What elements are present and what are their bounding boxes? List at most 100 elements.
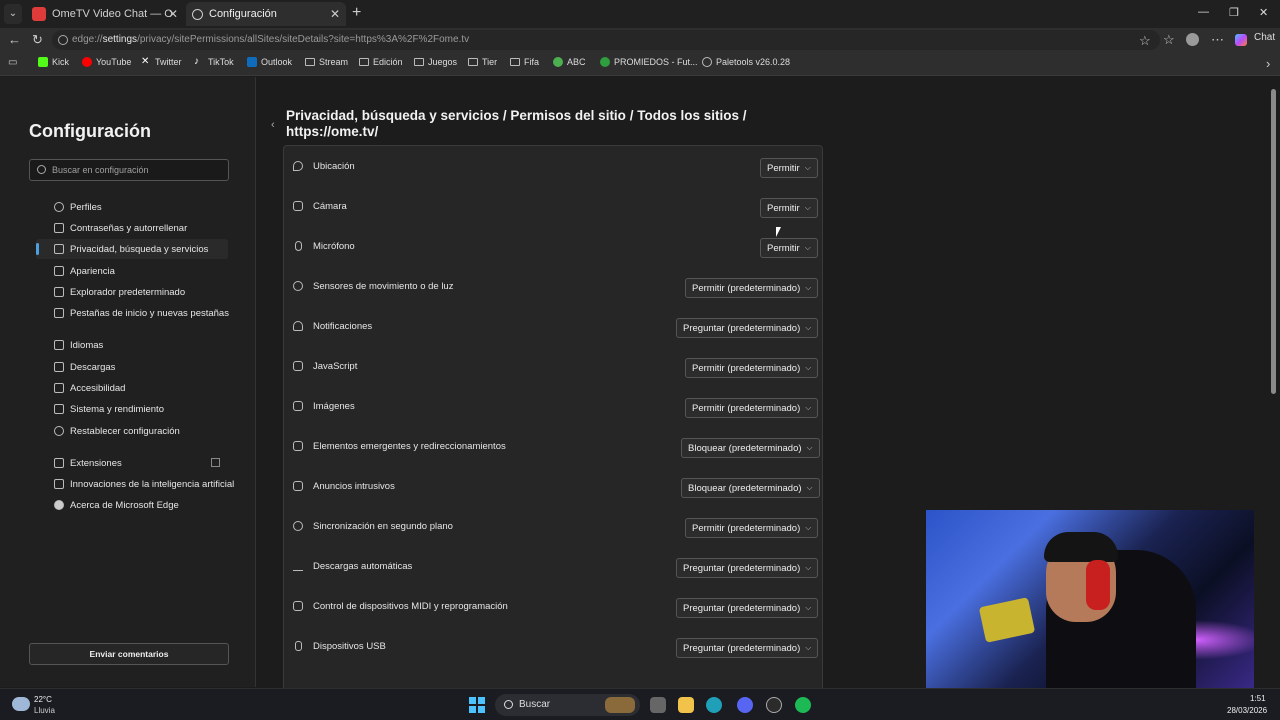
tab-configuracion[interactable]: Configuración ✕	[186, 2, 346, 26]
spotify-icon[interactable]	[795, 697, 811, 713]
sidebar-item-perfiles[interactable]: Perfiles	[36, 197, 228, 217]
sidebar-item-extensiones[interactable]: Extensiones	[36, 453, 228, 473]
bookmark-twitter[interactable]: ✕ Twitter	[141, 57, 182, 68]
permission-select-descargas[interactable]: Preguntar (predeterminado) ⌵	[676, 558, 819, 578]
more-favorites-icon[interactable]: ›	[1266, 56, 1270, 71]
bookmark-outlook[interactable]: Outlook	[247, 57, 292, 67]
tab-ometv[interactable]: OmeTV Video Chat — Omegle Random ✕	[26, 2, 184, 26]
reading-icon[interactable]: ▭	[8, 57, 17, 68]
sidebar-item-descargas[interactable]: Descargas	[36, 357, 228, 377]
close-tab-icon[interactable]: ✕	[330, 7, 340, 21]
bookmark-abc[interactable]: ABC	[553, 57, 586, 67]
permission-row-ubicacion: Ubicación Permitir ⌵	[284, 146, 822, 186]
permission-select-midi[interactable]: Preguntar (predeterminado) ⌵	[676, 598, 819, 618]
bookmark-promiedos[interactable]: PROMIEDOS - Fut...	[600, 57, 698, 67]
image-icon	[293, 401, 303, 411]
permission-row-emergentes: Elementos emergentes y redireccionamient…	[284, 426, 822, 466]
new-tab-icon[interactable]: +	[352, 4, 361, 22]
clock-time[interactable]: 1:51	[1250, 694, 1266, 703]
taskbar-search[interactable]: Buscar	[495, 694, 640, 716]
profile-avatar-icon[interactable]	[1186, 33, 1199, 46]
download-icon	[54, 362, 64, 372]
refresh-icon[interactable]: ↻	[32, 32, 43, 48]
permission-select-sincronizacion[interactable]: Permitir (predeterminado) ⌵	[685, 518, 819, 538]
bookmark-kick[interactable]: Kick	[38, 57, 69, 67]
permission-label: Anuncios intrusivos	[313, 481, 395, 492]
permission-select-microfono[interactable]: Permitir ⌵	[760, 238, 818, 258]
steam-icon[interactable]	[766, 697, 782, 713]
breadcrumb-todos[interactable]: Todos los sitios	[637, 108, 739, 123]
breadcrumb-privacidad[interactable]: Privacidad, búsqueda y servicios	[286, 108, 499, 123]
bookmark-folder-edicion[interactable]: Edición	[359, 57, 403, 67]
bookmark-folder-stream[interactable]: Stream	[305, 57, 348, 67]
kick-icon	[38, 57, 48, 67]
weather-description[interactable]: Lluvia	[34, 706, 55, 715]
permission-select-anuncios[interactable]: Bloquear (predeterminado) ⌵	[681, 478, 820, 498]
permission-label: Sensores de movimiento o de luz	[313, 281, 454, 292]
sidebar-item-accesibilidad[interactable]: Accesibilidad	[36, 378, 228, 398]
search-icon	[504, 700, 513, 709]
settings-search[interactable]	[29, 159, 229, 181]
maximize-icon[interactable]: ❐	[1229, 6, 1239, 19]
more-options-icon[interactable]: ⋯	[1211, 32, 1224, 48]
sidebar-item-explorador[interactable]: Explorador predeterminado	[36, 282, 228, 302]
breadcrumb-permisos[interactable]: Permisos del sitio	[510, 108, 626, 123]
bookmark-folder-juegos[interactable]: Juegos	[414, 57, 457, 67]
bookmark-tiktok[interactable]: ♪ TikTok	[194, 57, 234, 68]
sidebar-item-sistema[interactable]: Sistema y rendimiento	[36, 399, 228, 419]
settings-search-input[interactable]	[52, 163, 222, 177]
task-view-icon[interactable]	[650, 697, 666, 713]
breadcrumb-separator: /	[742, 108, 747, 123]
sidebar-item-innovaciones[interactable]: Innovaciones de la inteligencia artifici…	[36, 474, 234, 494]
popup-icon	[293, 441, 303, 451]
bookmark-folder-fifa[interactable]: Fifa	[510, 57, 539, 67]
bookmark-paletools[interactable]: Paletools v26.0.28	[702, 57, 790, 67]
close-window-icon[interactable]: ✕	[1259, 6, 1268, 19]
chat-button[interactable]: Chat	[1254, 32, 1275, 43]
permission-select-javascript[interactable]: Permitir (predeterminado) ⌵	[685, 358, 819, 378]
weather-temperature[interactable]: 22°C	[34, 695, 52, 704]
permission-label: Descargas automáticas	[313, 561, 413, 572]
permission-select-camara[interactable]: Permitir ⌵	[760, 198, 818, 218]
address-bar[interactable]: edge://settings/privacy/sitePermissions/…	[52, 30, 1160, 50]
permission-select-emergentes[interactable]: Bloquear (predeterminado) ⌵	[681, 438, 820, 458]
favorites-icon[interactable]: ☆	[1163, 32, 1175, 48]
edge-icon[interactable]	[706, 697, 722, 713]
sidebar-item-privacidad[interactable]: Privacidad, búsqueda y servicios	[36, 239, 228, 259]
weather-cloud-icon[interactable]	[12, 697, 30, 711]
edge-icon	[54, 500, 64, 510]
send-feedback-button[interactable]: Enviar comentarios	[29, 643, 229, 665]
bookmark-youtube[interactable]: YouTube	[82, 57, 131, 67]
permission-select-sensores[interactable]: Permitir (predeterminado) ⌵	[685, 278, 819, 298]
scrollbar-thumb[interactable]	[1271, 89, 1276, 394]
permission-select-imagenes[interactable]: Permitir (predeterminado) ⌵	[685, 398, 819, 418]
sidebar-item-restablecer[interactable]: Restablecer configuración	[36, 421, 228, 441]
favorite-star-icon[interactable]: ☆	[1139, 33, 1151, 49]
taskbar: 22°C Lluvia Buscar 1:51 28/03/2026	[0, 688, 1280, 720]
sidebar-item-acerca[interactable]: Acerca de Microsoft Edge	[36, 495, 228, 515]
sidebar-item-idiomas[interactable]: Idiomas	[36, 335, 228, 355]
sidebar-item-apariencia[interactable]: Apariencia	[36, 261, 228, 281]
permission-select-ubicacion[interactable]: Permitir ⌵	[760, 158, 818, 178]
bookmark-folder-tier[interactable]: Tier	[468, 57, 497, 67]
minimize-icon[interactable]: —	[1198, 6, 1209, 18]
file-explorer-icon[interactable]	[678, 697, 694, 713]
permission-select-usb[interactable]: Preguntar (predeterminado) ⌵	[676, 638, 819, 658]
sidebar-item-pestanas[interactable]: Pestañas de inicio y nuevas pestañas	[36, 303, 229, 323]
sidebar-item-contrasenas[interactable]: Contraseñas y autorrellenar	[36, 218, 228, 238]
webcam-overlay	[926, 510, 1254, 694]
start-windows-icon[interactable]	[469, 697, 485, 713]
copilot-icon[interactable]	[1235, 34, 1247, 46]
scrollbar[interactable]	[1268, 77, 1280, 687]
discord-icon[interactable]	[737, 697, 753, 713]
close-tab-icon[interactable]: ✕	[168, 7, 178, 21]
chevron-down-icon: ⌵	[805, 523, 812, 532]
permission-select-notificaciones[interactable]: Preguntar (predeterminado) ⌵	[676, 318, 819, 338]
clock-date[interactable]: 28/03/2026	[1227, 706, 1267, 715]
permission-row-javascript: JavaScript Permitir (predeterminado) ⌵	[284, 346, 822, 386]
chevron-down-icon: ⌵	[805, 643, 812, 652]
back-icon[interactable]: ←	[8, 32, 21, 47]
breadcrumb: Privacidad, búsqueda y servicios / Permi…	[286, 108, 756, 140]
back-chevron-icon[interactable]: ‹	[271, 119, 275, 131]
tab-actions-menu-icon[interactable]: ⌄	[4, 4, 22, 24]
